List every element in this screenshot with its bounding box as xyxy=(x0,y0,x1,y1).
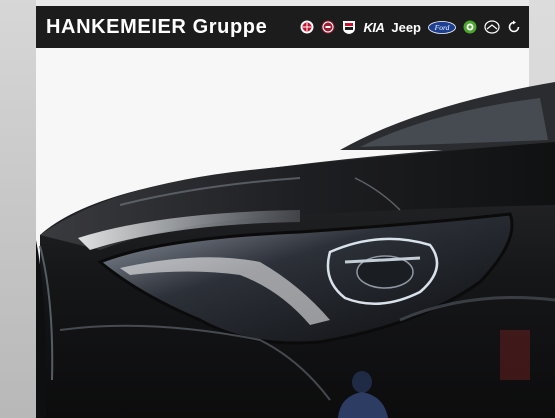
fiat-logo-icon xyxy=(321,19,335,35)
abarth-logo-icon xyxy=(342,19,356,35)
jeep-logo-icon: Jeep xyxy=(391,19,421,35)
ford-logo-icon: Ford xyxy=(428,19,456,35)
showroom-reflection xyxy=(500,330,530,380)
car-headlight-photo xyxy=(36,82,555,418)
skoda-logo-icon xyxy=(463,19,477,35)
banner-title: HANKEMEIER Gruppe xyxy=(46,15,268,38)
mazda-logo-icon xyxy=(484,19,500,35)
dealer-banner: HANKEMEIER Gruppe KIA Jeep Ford xyxy=(36,6,529,48)
refresh-logo-icon xyxy=(507,19,521,35)
reflection-silhouette xyxy=(352,371,372,393)
kia-logo-icon: KIA xyxy=(363,19,385,35)
ford-logo-label: Ford xyxy=(434,23,450,32)
brand-logo-row: KIA Jeep Ford xyxy=(300,19,521,35)
alfa-romeo-logo-icon xyxy=(300,19,314,35)
